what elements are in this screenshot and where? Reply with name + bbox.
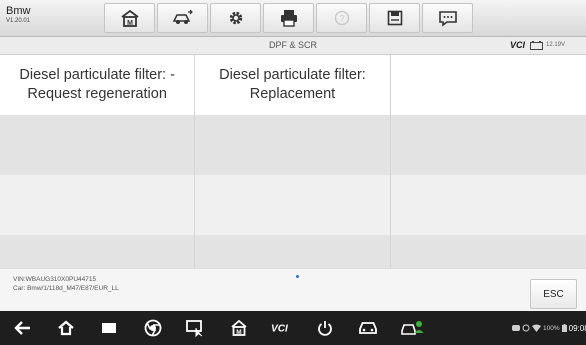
remote-expert-button[interactable] xyxy=(400,318,426,338)
esc-button[interactable]: ESC xyxy=(530,279,577,309)
system-navigation-bar: M VCI 100% 09:0 xyxy=(0,311,586,345)
function-row xyxy=(0,235,586,268)
wifi-icon xyxy=(532,324,541,332)
car-label: Car: Bmw/1/118d_M47/E87/EUR_LL xyxy=(13,285,119,292)
svg-text:M: M xyxy=(236,329,241,336)
function-cell-empty xyxy=(195,115,391,175)
vehicle-swap-button[interactable] xyxy=(157,3,208,33)
page-indicator-dot xyxy=(296,275,299,278)
sync-icon xyxy=(522,324,530,332)
home-icon: M xyxy=(120,9,139,27)
vci-icon: VCI xyxy=(271,324,288,335)
battery-percent: 100% xyxy=(543,324,560,332)
power-icon xyxy=(318,321,332,336)
function-row xyxy=(0,115,586,175)
home-icon xyxy=(58,320,74,336)
print-icon xyxy=(280,10,297,27)
battery-icon xyxy=(561,324,567,332)
settings-button[interactable] xyxy=(210,3,261,33)
gear-icon xyxy=(229,11,242,25)
top-toolbar: Bmw V1.20.01 M ? xyxy=(0,0,586,37)
vehicle-battery-icon xyxy=(530,41,543,50)
back-button[interactable] xyxy=(12,318,34,338)
function-cell-empty xyxy=(391,115,586,175)
save-button[interactable] xyxy=(369,3,420,33)
subheader-bar: DPF & SCR VCI 12.19V xyxy=(0,37,586,55)
function-cell-empty xyxy=(0,175,196,235)
android-home-button[interactable] xyxy=(55,318,77,338)
save-icon xyxy=(387,10,402,26)
chrome-icon xyxy=(144,319,162,337)
notification-icon xyxy=(512,325,520,331)
function-dpf-regeneration[interactable]: Diesel particulate filter: - Request reg… xyxy=(0,55,196,115)
function-dpf-replacement[interactable]: Diesel particulate filter: Replacement xyxy=(195,55,391,115)
vehicle-button[interactable] xyxy=(357,318,379,338)
maxisys-home-icon: M xyxy=(231,320,247,336)
maxisys-home-button[interactable]: M xyxy=(228,318,250,338)
function-cell-empty xyxy=(391,235,586,268)
screenshot-icon xyxy=(186,320,203,337)
function-cell-empty xyxy=(391,175,586,235)
function-cell-empty xyxy=(391,55,586,115)
function-grid: Diesel particulate filter: - Request reg… xyxy=(0,55,586,268)
function-cell-empty xyxy=(0,115,196,175)
print-button[interactable] xyxy=(263,3,314,33)
status-area: 100% 09:08 xyxy=(512,323,586,333)
battery-voltage: 12.19V xyxy=(546,42,566,48)
function-cell-empty xyxy=(0,235,196,268)
vehicle-info-footer: VIN:WBAUG310X0PU44715 Car: Bmw/1/118d_M4… xyxy=(0,268,586,311)
function-cell-empty xyxy=(195,235,391,268)
chrome-button[interactable] xyxy=(142,318,164,338)
svg-text:?: ? xyxy=(339,14,344,24)
help-button[interactable]: ? xyxy=(316,3,367,33)
clock: 09:08 xyxy=(568,323,586,333)
function-row: Diesel particulate filter: - Request reg… xyxy=(0,55,586,115)
chat-icon xyxy=(438,10,457,27)
recent-apps-icon xyxy=(102,323,116,333)
svg-text:M: M xyxy=(127,20,133,27)
vci-manager-button[interactable]: VCI xyxy=(271,318,293,338)
car-icon xyxy=(359,322,377,334)
function-row xyxy=(0,175,586,235)
back-arrow-icon xyxy=(14,321,30,335)
power-button[interactable] xyxy=(314,318,336,338)
screen-title: DPF & SCR xyxy=(268,40,317,50)
recent-apps-button[interactable] xyxy=(98,318,120,338)
home-button[interactable]: M xyxy=(104,3,155,33)
app-title: Bmw V1.20.01 xyxy=(6,5,66,26)
remote-expert-icon xyxy=(401,321,424,335)
diagnostic-screen: Bmw V1.20.01 M ? DPF & SCR VCI 12.19V Di… xyxy=(0,0,586,345)
svg-text:VCI: VCI xyxy=(271,324,288,335)
vci-logo: VCI xyxy=(510,40,526,50)
help-icon: ? xyxy=(334,10,349,26)
vin-label: VIN:WBAUG310X0PU44715 xyxy=(13,276,97,283)
app-name: Bmw xyxy=(6,5,31,17)
vehicle-swap-icon xyxy=(172,9,193,24)
screenshot-button[interactable] xyxy=(185,318,207,338)
app-version: V1.20.01 xyxy=(6,18,31,24)
function-cell-empty xyxy=(195,175,391,235)
chat-button[interactable] xyxy=(422,3,473,33)
